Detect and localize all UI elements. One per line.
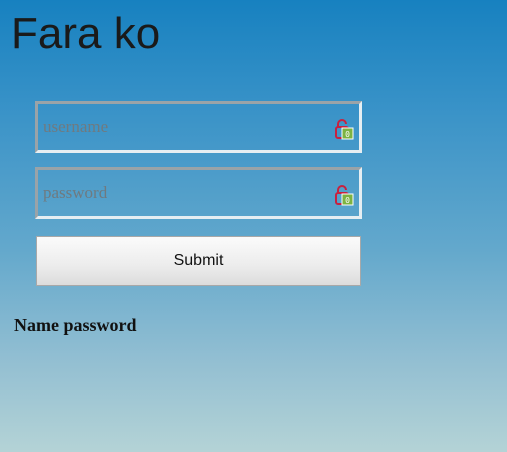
submit-button[interactable]: Submit [36,236,361,286]
svg-text:0: 0 [345,130,350,139]
svg-text:0: 0 [345,196,350,205]
result-text: Name password [14,315,137,335]
page-title: Fara ko [11,9,161,58]
password-manager-lock-icon[interactable]: 0 [334,184,354,206]
login-page: { "page": { "title": "Fara ko" }, "form"… [0,0,507,452]
password-input[interactable] [38,170,359,216]
password-field[interactable]: 0 [35,167,362,219]
username-field[interactable]: 0 [35,101,362,153]
username-input[interactable] [38,104,359,150]
password-manager-lock-icon[interactable]: 0 [334,118,354,140]
